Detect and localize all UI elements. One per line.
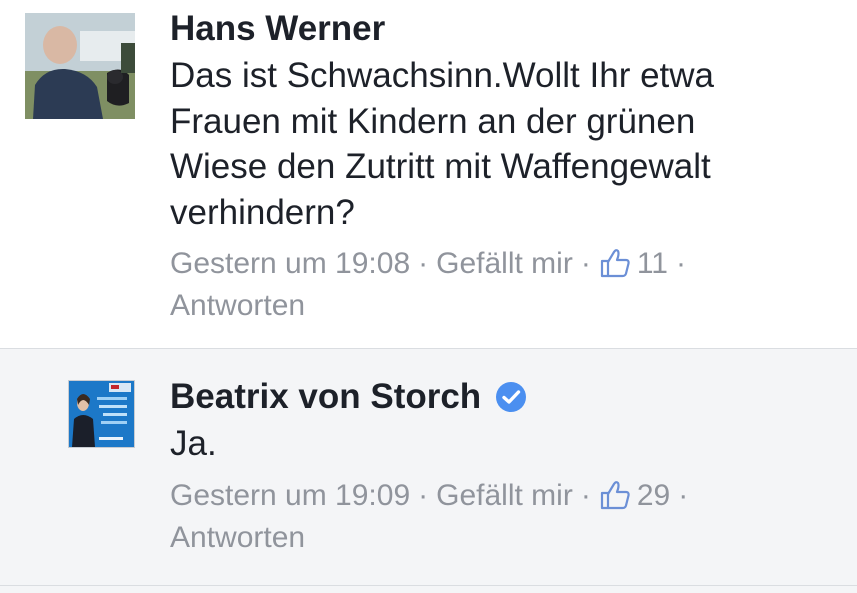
thumbs-up-icon: [600, 480, 630, 509]
separator: ·: [580, 247, 591, 280]
comment-meta: Gestern um 19:09 · Gefällt mir · 29 · Antwort…: [170, 475, 830, 559]
comment-timestamp[interactable]: Gestern um 19:09: [170, 479, 410, 512]
verified-badge-icon: [496, 382, 527, 412]
comment-message: Ja.: [170, 424, 217, 463]
like-button[interactable]: Gefällt mir: [436, 247, 573, 280]
comment-author[interactable]: Hans Werner: [170, 8, 385, 50]
author-name[interactable]: Beatrix von Storch: [170, 376, 481, 418]
separator: ·: [418, 478, 429, 512]
separator: ·: [580, 478, 591, 512]
comment-message: Das ist Schwachsinn.Wollt Ihr etwa Fraue…: [170, 53, 830, 235]
like-count-value: 29: [636, 478, 671, 512]
avatar-photo: [25, 13, 135, 119]
avatar-photo: [69, 381, 134, 447]
message-line: verhindern?: [170, 192, 355, 232]
comment-hans-werner: Hans Werner Das ist Schwachsinn.Wollt Ih…: [0, 0, 857, 348]
comment-author[interactable]: Beatrix von Storch: [170, 376, 527, 418]
comment-timestamp[interactable]: Gestern um 19:08: [170, 247, 410, 280]
like-button[interactable]: Gefällt mir: [436, 479, 573, 512]
author-name[interactable]: Hans Werner: [170, 8, 385, 50]
like-count-value: 11: [636, 247, 668, 280]
avatar[interactable]: [68, 380, 135, 448]
like-count[interactable]: 29: [599, 479, 670, 512]
message-line: Das ist Schwachsinn.Wollt Ihr etwa: [170, 56, 715, 95]
separator: ·: [418, 247, 429, 280]
like-count[interactable]: 11: [599, 247, 668, 280]
message-line: Wiese den Zutritt mit Waffengewalt: [170, 147, 711, 186]
divider: [0, 585, 857, 586]
message-line: Frauen mit Kindern an der grünen: [170, 101, 696, 141]
separator: ·: [675, 247, 686, 280]
comment-meta: Gestern um 19:08 · Gefällt mir · 11 · Antwort…: [170, 243, 830, 327]
reply-button[interactable]: Antworten: [170, 521, 305, 554]
thumbs-up-icon: [600, 249, 630, 278]
separator: ·: [678, 478, 689, 512]
avatar[interactable]: [25, 13, 135, 119]
reply-button[interactable]: Antworten: [170, 289, 305, 322]
